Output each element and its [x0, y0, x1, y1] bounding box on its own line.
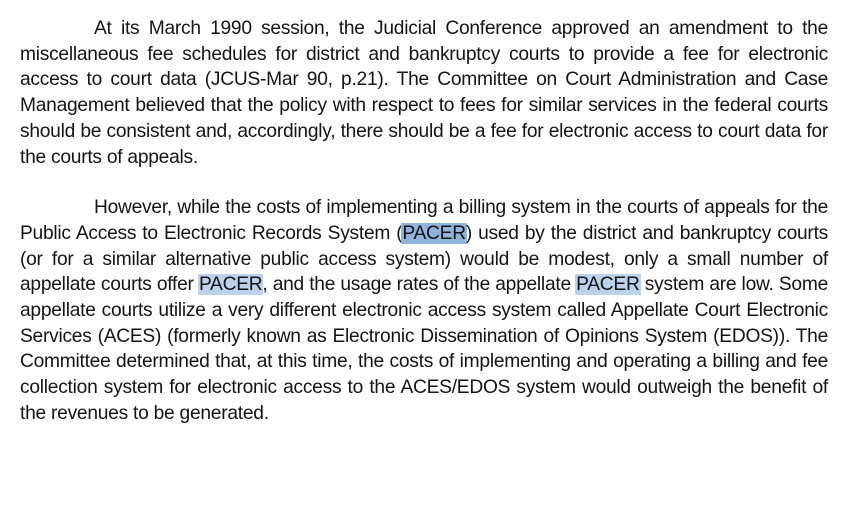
search-highlight[interactable]: PACER	[575, 274, 641, 296]
paragraph-2-text-4: system are low. Some appellate courts ut…	[20, 274, 828, 424]
paragraph-2-text-3: , and the usage rates of the appellate	[262, 274, 577, 296]
document-page: At its March 1990 session, the Judicial …	[20, 16, 828, 427]
paragraph-2: However, while the costs of implementing…	[20, 195, 828, 426]
search-highlight-active[interactable]: PACER	[401, 222, 467, 244]
search-highlight[interactable]: PACER	[197, 274, 264, 296]
paragraph-1: At its March 1990 session, the Judicial …	[20, 18, 828, 168]
